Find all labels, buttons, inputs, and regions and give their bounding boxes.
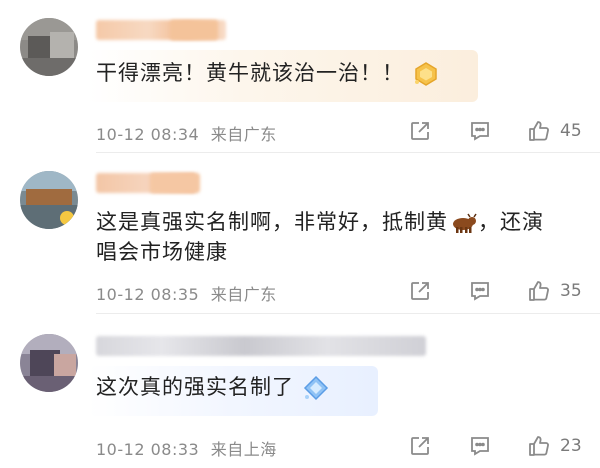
comment-location: 来自广东 xyxy=(210,285,277,304)
reply-icon[interactable] xyxy=(468,279,492,303)
like-count: 45 xyxy=(560,121,582,141)
bull-emoji xyxy=(448,212,478,234)
comment-meta: 10-12 08:35 来自广东 xyxy=(96,281,277,305)
username-blurred[interactable] xyxy=(96,336,426,356)
gem-emoji-blue xyxy=(302,374,330,402)
comment-text-content: 这次真的强实名制了 xyxy=(96,375,294,399)
comment-meta: 10-12 08:34 来自广东 xyxy=(96,121,277,145)
comment-text-part1: 这是真强实名制啊，非常好，抵制黄 xyxy=(96,210,448,234)
comment-item: 这是真强实名制啊，非常好，抵制黄 ，还演唱会市场健康 10-12 08:35 来… xyxy=(0,153,600,314)
avatar[interactable] xyxy=(20,171,78,229)
share-icon[interactable] xyxy=(408,279,432,303)
comment-time: 10-12 08:35 xyxy=(96,285,200,304)
comment-item: 干得漂亮！黄牛就该治一治！！ 10-12 08:34 来自广东 45 xyxy=(0,0,600,153)
thumbs-up-icon[interactable] xyxy=(526,433,552,459)
like-count: 35 xyxy=(560,281,582,301)
comment-text-content: 干得漂亮！黄牛就该治一治！！ xyxy=(96,61,404,85)
share-icon[interactable] xyxy=(408,434,432,458)
comment-meta: 10-12 08:33 来自上海 xyxy=(96,436,277,460)
comment-text: 这次真的强实名制了 xyxy=(96,372,516,402)
comment-feed: 干得漂亮！黄牛就该治一治！！ 10-12 08:34 来自广东 45 这是真强实… xyxy=(0,0,600,468)
comment-time: 10-12 08:34 xyxy=(96,125,200,144)
thumbs-up-icon[interactable] xyxy=(526,278,552,304)
comment-location: 来自上海 xyxy=(210,440,277,459)
user-badge-blurred xyxy=(170,20,218,40)
reply-icon[interactable] xyxy=(468,119,492,143)
comment-item: 这次真的强实名制了 10-12 08:33 来自上海 23 xyxy=(0,314,600,468)
avatar[interactable] xyxy=(20,334,78,392)
comment-time: 10-12 08:33 xyxy=(96,440,200,459)
avatar[interactable] xyxy=(20,18,78,76)
user-badge-blurred xyxy=(150,173,200,193)
share-icon[interactable] xyxy=(408,119,432,143)
like-count: 23 xyxy=(560,436,582,456)
thumbs-up-icon[interactable] xyxy=(526,118,552,144)
reply-icon[interactable] xyxy=(468,434,492,458)
comment-text: 这是真强实名制啊，非常好，抵制黄 ，还演唱会市场健康 xyxy=(96,207,556,267)
gem-emoji-gold xyxy=(412,60,440,88)
comment-location: 来自广东 xyxy=(210,125,277,144)
comment-text: 干得漂亮！黄牛就该治一治！！ xyxy=(96,58,516,88)
